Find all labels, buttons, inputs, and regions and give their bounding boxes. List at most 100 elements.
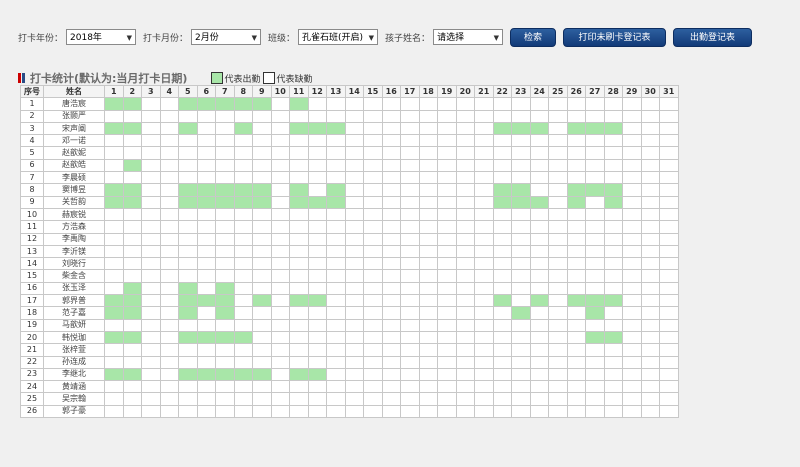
attendance-cell-absent bbox=[141, 109, 161, 123]
attendance-cell-absent bbox=[603, 207, 623, 222]
year-select[interactable]: 2018年 ▼ bbox=[66, 29, 137, 45]
child-select[interactable]: 请选择 ▼ bbox=[433, 29, 504, 45]
attendance-cell-absent bbox=[474, 183, 494, 197]
attendance-cell-absent bbox=[418, 97, 438, 111]
attendance-cell-absent bbox=[289, 306, 309, 320]
attendance-cell-absent bbox=[511, 220, 531, 234]
attendance-cell-absent bbox=[270, 171, 290, 185]
attendance-cell-present bbox=[511, 121, 531, 136]
attendance-cell-present bbox=[233, 195, 253, 209]
attendance-cell-present bbox=[307, 367, 327, 382]
attendance-cell-absent bbox=[159, 109, 179, 123]
attendance-cell-absent bbox=[548, 207, 568, 222]
attendance-cell-absent bbox=[326, 146, 346, 160]
attendance-cell-absent bbox=[159, 220, 179, 234]
attendance-cell-absent bbox=[363, 343, 383, 357]
attendance-cell-absent bbox=[400, 281, 420, 296]
attendance-cell-present bbox=[196, 367, 216, 382]
attendance-cell-absent bbox=[233, 134, 253, 148]
attendance-cell-present bbox=[252, 183, 272, 197]
attendance-cell-absent bbox=[622, 281, 642, 296]
column-header-name: 姓名 bbox=[43, 84, 105, 99]
attendance-cell-present bbox=[215, 330, 235, 345]
attendance-cell-absent bbox=[622, 97, 642, 111]
attendance-cell-absent bbox=[585, 146, 605, 160]
attendance-cell-absent bbox=[418, 404, 438, 419]
attendance-cell-absent bbox=[289, 380, 309, 394]
attendance-cell-absent bbox=[307, 158, 327, 173]
attendance-cell-absent bbox=[215, 380, 235, 394]
attendance-cell-absent bbox=[252, 318, 272, 332]
attendance-cell-absent bbox=[622, 121, 642, 136]
table-row: 26 郭子豪 bbox=[20, 404, 679, 419]
attendance-cell-absent bbox=[363, 171, 383, 185]
row-index: 20 bbox=[20, 330, 44, 345]
attendance-cell-absent bbox=[141, 195, 161, 209]
attendance-cell-absent bbox=[159, 392, 179, 406]
attendance-cell-present bbox=[196, 97, 216, 111]
column-header-day: 3 bbox=[141, 84, 161, 99]
attendance-cell-absent bbox=[455, 97, 475, 111]
attendance-cell-absent bbox=[381, 318, 401, 332]
attendance-cell-absent bbox=[400, 171, 420, 185]
table-row: 22 孙连成 bbox=[20, 355, 679, 369]
attendance-cell-absent bbox=[529, 146, 549, 160]
column-header-day: 1 bbox=[104, 84, 124, 99]
attendance-cell-absent bbox=[400, 195, 420, 209]
attendance-cell-absent bbox=[270, 109, 290, 123]
attendance-cell-absent bbox=[307, 306, 327, 320]
attendance-cell-absent bbox=[548, 158, 568, 173]
attendance-cell-absent bbox=[289, 244, 309, 259]
attendance-cell-absent bbox=[381, 355, 401, 369]
attendance-cell-absent bbox=[585, 244, 605, 259]
attendance-cell-absent bbox=[344, 367, 364, 382]
attendance-register-button[interactable]: 出勤登记表 bbox=[673, 27, 753, 47]
attendance-cell-absent bbox=[529, 367, 549, 382]
attendance-cell-absent bbox=[104, 146, 124, 160]
attendance-cell-absent bbox=[122, 404, 142, 419]
attendance-cell-absent bbox=[307, 380, 327, 394]
attendance-cell-absent bbox=[289, 171, 309, 185]
print-unpunched-button[interactable]: 打印未刷卡登记表 bbox=[563, 27, 667, 47]
attendance-cell-absent bbox=[492, 244, 512, 259]
attendance-cell-absent bbox=[437, 380, 457, 394]
attendance-cell-absent bbox=[474, 146, 494, 160]
attendance-cell-absent bbox=[640, 306, 660, 320]
attendance-cell-absent bbox=[622, 244, 642, 259]
attendance-cell-absent bbox=[437, 330, 457, 345]
attendance-cell-absent bbox=[566, 343, 586, 357]
attendance-cell-absent bbox=[252, 220, 272, 234]
attendance-cell-absent bbox=[122, 257, 142, 271]
attendance-cell-absent bbox=[381, 269, 401, 283]
attendance-cell-absent bbox=[104, 257, 124, 271]
attendance-cell-absent bbox=[159, 171, 179, 185]
search-button[interactable]: 检索 bbox=[510, 27, 557, 47]
attendance-cell-absent bbox=[344, 97, 364, 111]
attendance-cell-absent bbox=[215, 318, 235, 332]
attendance-cell-absent bbox=[585, 404, 605, 419]
attendance-cell-absent bbox=[640, 392, 660, 406]
attendance-cell-absent bbox=[326, 330, 346, 345]
attendance-cell-absent bbox=[474, 380, 494, 394]
attendance-cell-absent bbox=[363, 97, 383, 111]
attendance-cell-absent bbox=[122, 343, 142, 357]
attendance-cell-absent bbox=[640, 281, 660, 296]
attendance-cell-absent bbox=[455, 355, 475, 369]
attendance-cell-absent bbox=[474, 97, 494, 111]
attendance-cell-absent bbox=[270, 343, 290, 357]
month-select[interactable]: 2月份 ▼ bbox=[191, 29, 262, 45]
class-select[interactable]: 孔雀石班(开启) ▼ bbox=[298, 29, 379, 45]
attendance-cell-absent bbox=[326, 257, 346, 271]
attendance-cell-absent bbox=[363, 183, 383, 197]
attendance-cell-absent bbox=[270, 183, 290, 197]
attendance-cell-present bbox=[511, 306, 531, 320]
attendance-cell-absent bbox=[400, 355, 420, 369]
attendance-cell-absent bbox=[622, 367, 642, 382]
attendance-cell-absent bbox=[104, 171, 124, 185]
attendance-cell-absent bbox=[307, 269, 327, 283]
attendance-cell-absent bbox=[492, 171, 512, 185]
student-name: 马歆妍 bbox=[43, 318, 105, 332]
attendance-cell-absent bbox=[326, 294, 346, 308]
student-name: 李晨硕 bbox=[43, 171, 105, 185]
attendance-cell-absent bbox=[215, 146, 235, 160]
